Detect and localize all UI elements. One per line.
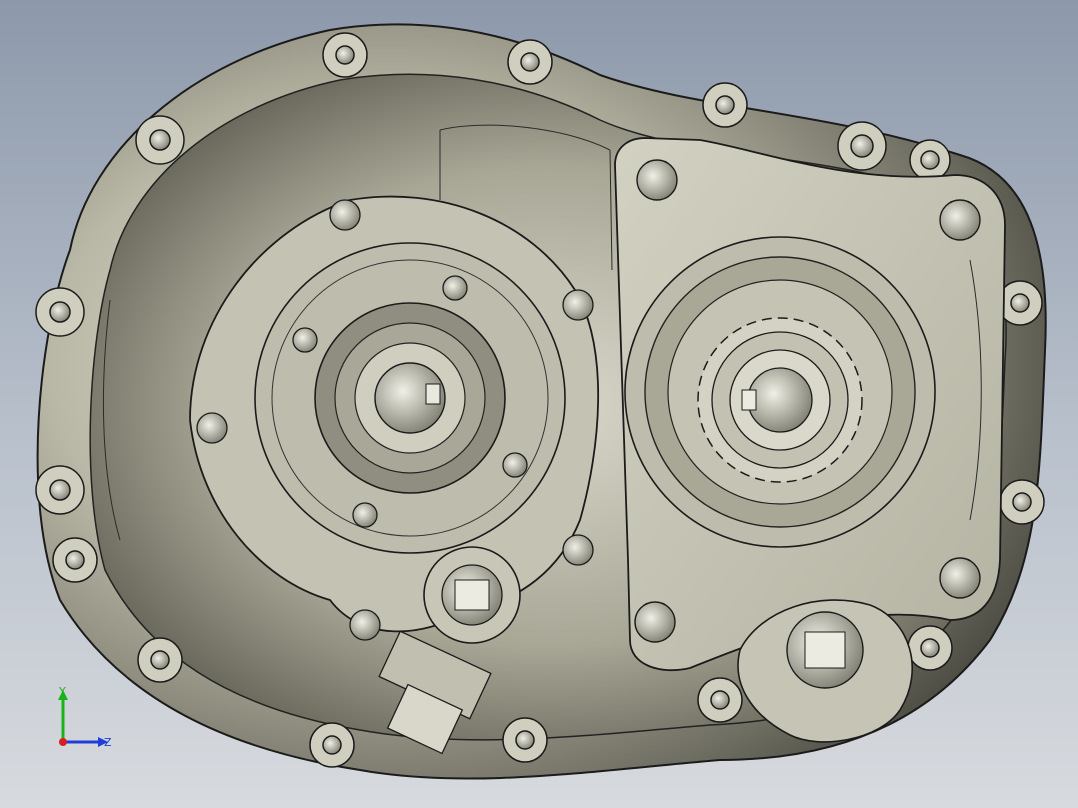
gearbox-housing-model[interactable] xyxy=(0,0,1078,808)
x-axis-dot xyxy=(59,738,67,746)
z-axis-label: Z xyxy=(104,736,112,749)
cad-graphics-viewport[interactable]: Y Z xyxy=(0,0,1078,808)
orientation-triad: Y Z xyxy=(58,685,112,749)
spline-gear xyxy=(697,317,863,483)
y-axis-label: Y xyxy=(58,685,66,698)
